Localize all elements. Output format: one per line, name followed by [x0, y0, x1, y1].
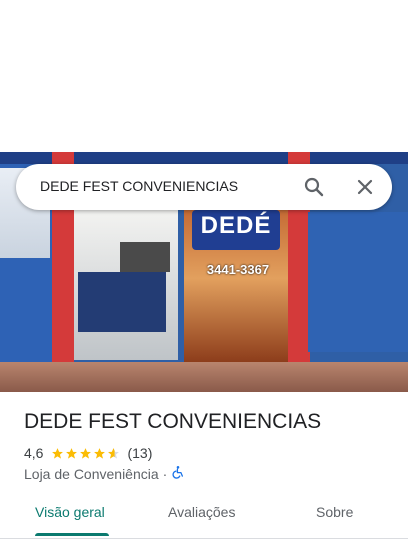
- separator: ·: [162, 465, 168, 482]
- star-icon: [52, 447, 64, 459]
- close-icon[interactable]: [353, 175, 377, 199]
- star-icon: [94, 447, 106, 459]
- review-count[interactable]: (13): [127, 445, 152, 461]
- rating-value: 4,6: [24, 445, 44, 461]
- photo-shelf-top: [120, 242, 170, 272]
- tab-about[interactable]: Sobre: [316, 504, 353, 520]
- photo-phone-text: 3441-3367: [206, 262, 270, 277]
- place-category[interactable]: Loja de Conveniência: [24, 466, 159, 482]
- tabs-divider: [0, 538, 408, 539]
- active-tab-indicator: [35, 533, 109, 536]
- rating-row[interactable]: 4,6 (13): [24, 444, 152, 462]
- photo-floor: [0, 362, 408, 392]
- category-row: Loja de Conveniência ·: [24, 465, 185, 482]
- blank-header-area: [0, 0, 408, 152]
- star-icon: [66, 447, 78, 459]
- search-icon[interactable]: [302, 175, 326, 199]
- star-icon: [80, 447, 92, 459]
- star-half-icon: [108, 447, 120, 459]
- place-title: DEDE FEST CONVENIENCIAS: [24, 410, 322, 433]
- photo-sign-text: DEDÉ: [200, 212, 272, 239]
- rating-stars: [51, 447, 121, 460]
- place-tabs: Visão geral Avaliações Sobre: [0, 498, 408, 538]
- search-query[interactable]: DEDE FEST CONVENIENCIAS: [40, 178, 238, 194]
- tab-overview[interactable]: Visão geral: [35, 504, 105, 520]
- tab-reviews[interactable]: Avaliações: [168, 504, 235, 520]
- photo-wall-right: [308, 212, 408, 352]
- wheelchair-icon: [171, 465, 185, 482]
- photo-shelf: [78, 272, 166, 332]
- search-bar[interactable]: DEDE FEST CONVENIENCIAS: [16, 164, 392, 210]
